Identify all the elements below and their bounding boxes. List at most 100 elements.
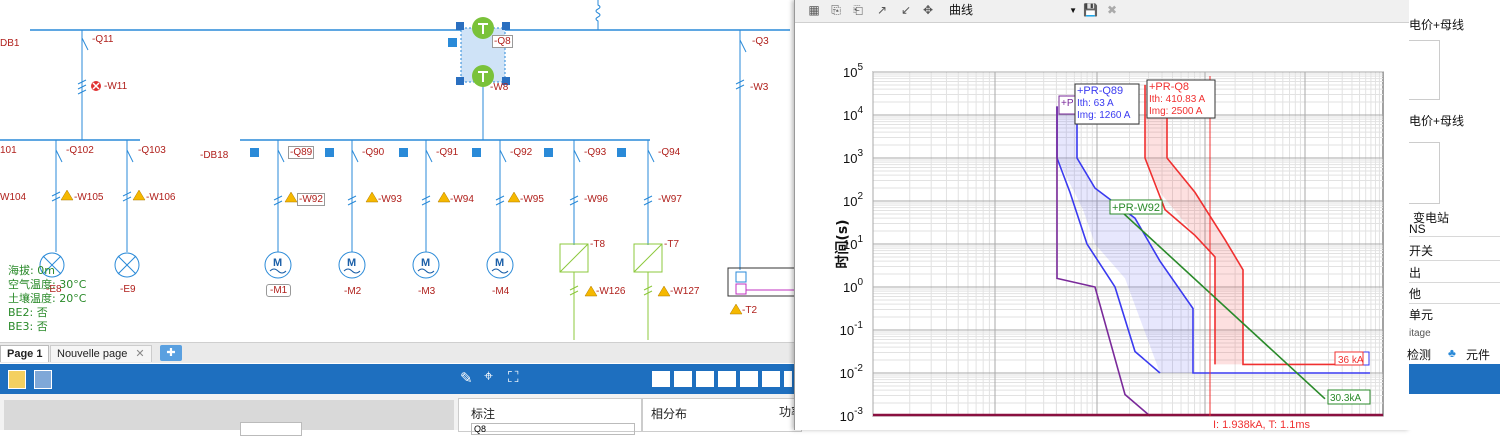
y-tick-label: 104 [843, 105, 863, 123]
cable-label-w95[interactable]: -W95 [520, 194, 544, 205]
cable-label-w104[interactable]: W104 [0, 192, 26, 203]
cable-label-w11[interactable]: -W11 [104, 81, 127, 92]
breaker-label-q93[interactable]: -Q93 [584, 147, 606, 158]
cable-label-w97[interactable]: -W97 [658, 194, 682, 205]
y-axis-label: 时间(s) [834, 219, 851, 268]
property-value-field[interactable] [240, 422, 302, 436]
y-tick-label: 105 [843, 62, 863, 80]
curve-type-select[interactable]: 曲线 ▼ [949, 3, 1077, 18]
cable-label-w96[interactable]: -W96 [584, 194, 608, 205]
rp-item-component[interactable]: 元件 [1466, 346, 1490, 363]
location-icon[interactable]: ⌖ [484, 368, 493, 386]
breaker-label-q91[interactable]: -Q91 [436, 147, 458, 158]
breaker-label-q3[interactable]: -Q3 [752, 36, 769, 47]
chevron-down-icon: ▼ [1069, 6, 1077, 15]
breaker-label-q92[interactable]: -Q92 [510, 147, 532, 158]
export-icon[interactable]: ↗ [875, 4, 889, 17]
series-img-q8: Img: 2500 A [1149, 106, 1203, 117]
zoom-fit-icon[interactable]: ⛶ [508, 369, 519, 386]
close-icon[interactable]: ✖ [1105, 4, 1119, 17]
layout-icon[interactable] [34, 370, 52, 389]
annotation-36ka: 36 kA [1338, 355, 1364, 366]
cable-label-w105[interactable]: -W105 [74, 192, 103, 203]
series-img-q89: Img: 1260 A [1077, 110, 1131, 121]
breaker-label-q8[interactable]: -Q8 [492, 35, 513, 48]
series-label-q89: +PR-Q89 [1077, 85, 1123, 97]
y-tick-label: 10-1 [840, 320, 864, 338]
y-tick-label: 10-2 [840, 363, 864, 381]
y-tick-label: 102 [843, 191, 863, 209]
cable-label-w93[interactable]: -W93 [378, 194, 402, 205]
cable-label-w8[interactable]: -W8 [490, 82, 508, 93]
load-label-t2[interactable]: -T2 [742, 305, 757, 316]
rp-item-detect[interactable]: 检测 [1407, 346, 1431, 363]
rp-item-out[interactable]: 出 [1409, 264, 1421, 281]
svg-text:M: M [495, 257, 504, 269]
load-label-m2[interactable]: -M2 [344, 286, 361, 297]
rp-item-price-bus-1[interactable]: 电价+母线 [1409, 16, 1464, 33]
annotation-value: Q8 [474, 424, 487, 434]
component-icon: ♣ [1448, 346, 1456, 360]
series-ith-q8: Ith: 410.83 A [1149, 94, 1205, 105]
grid-icon[interactable]: ▦ [807, 4, 821, 17]
annotation-panel: 标注 Q8 [458, 398, 642, 435]
rp-thumbnail-1[interactable] [1409, 40, 1440, 100]
breaker-label-q89[interactable]: -Q89 [288, 146, 315, 159]
annotation-field[interactable]: Q8 [471, 423, 635, 435]
cable-label-w126[interactable]: -W126 [596, 286, 625, 297]
phase-panel: 相分布 功率 [642, 398, 803, 432]
breaker-label-q94[interactable]: -Q94 [658, 147, 680, 158]
series-label-p: +P [1061, 98, 1074, 109]
view-mode-icons[interactable] [652, 371, 792, 387]
busbar-label-101: 101 [0, 145, 17, 156]
rp-item-unit[interactable]: 单元 [1409, 306, 1433, 323]
breaker-label-q90[interactable]: -Q90 [362, 147, 384, 158]
load-label-e9[interactable]: -E9 [120, 284, 136, 295]
paste-icon[interactable]: ⎗ [851, 4, 865, 17]
env-be3: BE3: 否 [8, 320, 48, 333]
load-label-t7[interactable]: -T7 [664, 239, 679, 250]
busbar-label-db18: -DB18 [200, 150, 229, 161]
env-air-temp: 空气温度: 30°C [8, 278, 87, 291]
add-page-icon[interactable]: ✚ [160, 345, 182, 361]
env-be2: BE2: 否 [8, 306, 48, 319]
rp-item-price-bus-2[interactable]: 电价+母线 [1409, 112, 1464, 129]
rp-thumbnail-2[interactable] [1409, 142, 1440, 204]
save-icon[interactable]: 💾 [1083, 4, 1098, 17]
cable-label-w106[interactable]: -W106 [146, 192, 175, 203]
right-panel-blue-bar [1409, 364, 1500, 394]
breaker-label-q102[interactable]: -Q102 [66, 145, 94, 156]
cursor-readout: I: 1.938kA, T: 1.1ms [1213, 419, 1311, 430]
import-icon[interactable]: ↙ [899, 4, 913, 17]
env-altitude: 海拔: 0m [8, 264, 55, 277]
rp-item-ns[interactable]: NS [1409, 222, 1426, 236]
properties-icon[interactable] [8, 370, 26, 389]
env-soil-temp: 土壤温度: 20°C [8, 292, 87, 305]
cable-label-w3[interactable]: -W3 [750, 82, 768, 93]
load-label-m4[interactable]: -M4 [492, 286, 509, 297]
page-tab-strip: Page 1 Nouvelle page ✕ ✚ [0, 342, 800, 363]
cable-label-w127[interactable]: -W127 [670, 286, 699, 297]
cable-label-w92[interactable]: -W92 [297, 193, 325, 206]
breaker-label-q11[interactable]: -Q11 [92, 34, 114, 45]
rp-item-other[interactable]: 他 [1409, 285, 1421, 302]
load-label-m1[interactable]: -M1 [266, 284, 292, 297]
rp-item-switch[interactable]: 开关 [1409, 242, 1433, 259]
svg-text:M: M [273, 257, 282, 269]
load-label-m3[interactable]: -M3 [418, 286, 435, 297]
copy-icon[interactable]: ⎘ [829, 4, 843, 17]
curve-type-label: 曲线 [949, 3, 974, 17]
move-icon[interactable]: ✥ [921, 4, 935, 17]
load-label-t8[interactable]: -T8 [590, 239, 605, 250]
tab-nouvelle-page-label: Nouvelle page [57, 348, 128, 360]
rp-item-itage[interactable]: itage [1409, 328, 1431, 339]
time-current-chart[interactable]: 10510410310210110010-110-210-3时间(s)+P+PR… [795, 22, 1410, 430]
tab-nouvelle-page[interactable]: Nouvelle page ✕ [50, 345, 152, 362]
cable-label-w94[interactable]: -W94 [450, 194, 474, 205]
tab-page-1[interactable]: Page 1 [0, 345, 50, 362]
breaker-label-q103[interactable]: -Q103 [138, 145, 166, 156]
properties-grid [4, 400, 454, 430]
close-icon[interactable]: ✕ [135, 348, 144, 360]
svg-text:M: M [347, 257, 356, 269]
pen-icon[interactable]: ✎ [460, 369, 473, 387]
